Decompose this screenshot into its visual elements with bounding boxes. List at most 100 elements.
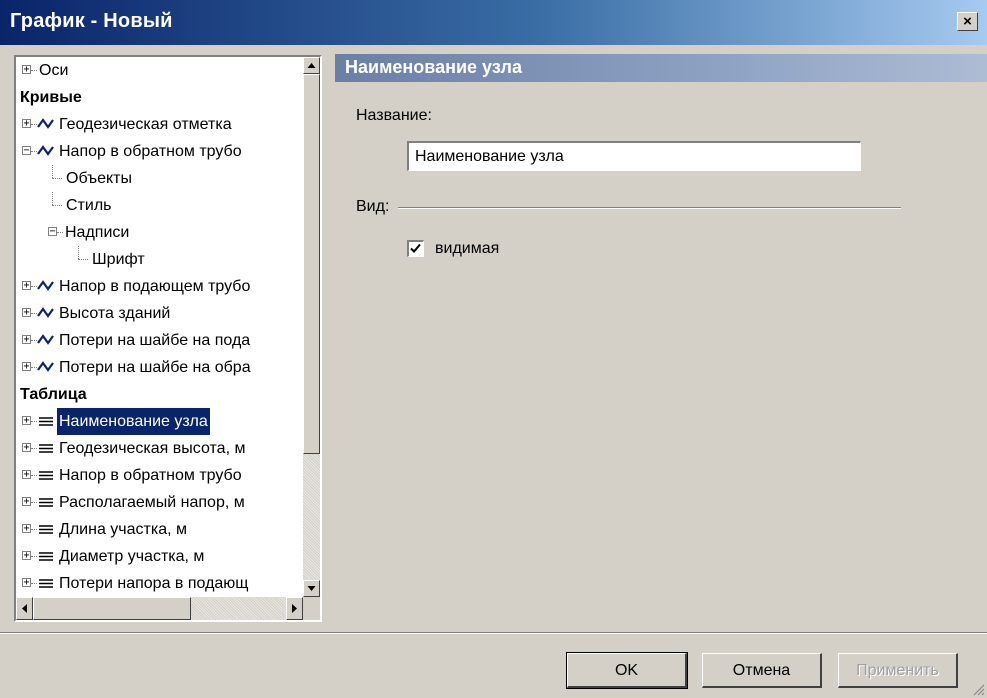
tree-heading-label: Таблица: [20, 386, 87, 403]
tree-item[interactable]: + Напор в подающем трубо: [16, 273, 303, 300]
tree-rows: + Оси Кривые + Геодезическая отметка − Напор в…: [16, 57, 303, 597]
collapse-icon[interactable]: −: [48, 227, 57, 237]
scroll-up-button[interactable]: [303, 57, 320, 74]
expand-icon[interactable]: +: [22, 524, 31, 534]
tree-connector: [78, 246, 79, 259]
tree-group-heading: Таблица: [16, 381, 303, 408]
tree-item-label[interactable]: Напор в обратном трубо: [57, 138, 244, 165]
tree-item[interactable]: + Оси: [16, 57, 303, 84]
scroll-thumb[interactable]: [303, 74, 320, 454]
tree-item-label[interactable]: Диаметр участка, м: [57, 543, 206, 570]
tree-connector: [52, 192, 53, 205]
tree-item[interactable]: Стиль: [16, 192, 303, 219]
tree-item[interactable]: + Потери на шайбе на обра: [16, 354, 303, 381]
tree-item-label[interactable]: Потери на шайбе на пода: [57, 327, 252, 354]
arrow-right-icon: [292, 604, 297, 613]
tree-item-label[interactable]: Потери напора в подающ: [57, 570, 250, 597]
ok-button[interactable]: OK: [566, 652, 688, 689]
tree-item[interactable]: Объекты: [16, 165, 303, 192]
table-lines-icon: [39, 552, 53, 561]
tree-item[interactable]: + Напор в обратном трубо: [16, 462, 303, 489]
tree-item-label[interactable]: Геодезическая отметка: [57, 111, 234, 138]
tree-item[interactable]: + Диаметр участка, м: [16, 543, 303, 570]
bottom-separator: [0, 632, 987, 634]
tree-item[interactable]: Шрифт: [16, 246, 303, 273]
visible-checkbox[interactable]: [407, 240, 424, 257]
tree-connector: [78, 259, 88, 260]
close-icon: ×: [963, 13, 972, 30]
expand-icon[interactable]: +: [22, 308, 31, 318]
expand-icon[interactable]: +: [22, 551, 31, 561]
tree-item-label[interactable]: Шрифт: [90, 246, 147, 273]
curve-icon: [37, 145, 54, 156]
expand-icon[interactable]: +: [22, 443, 31, 453]
close-button[interactable]: ×: [957, 12, 978, 31]
tree-item-label[interactable]: Напор в подающем трубо: [57, 273, 252, 300]
name-label: Название:: [356, 107, 432, 124]
expand-icon[interactable]: +: [22, 335, 31, 345]
tree-connector: [52, 165, 53, 178]
table-lines-icon: [39, 525, 53, 534]
curve-icon: [37, 334, 54, 345]
resize-grip-icon[interactable]: [971, 682, 985, 696]
cancel-button[interactable]: Отмена: [702, 653, 822, 688]
tree-item[interactable]: + Потери на шайбе на пода: [16, 327, 303, 354]
horizontal-scrollbar[interactable]: [16, 597, 303, 620]
tree-item[interactable]: + Располагаемый напор, м: [16, 489, 303, 516]
tree-item-label[interactable]: Геодезическая высота, м: [57, 435, 247, 462]
section-header: Наименование узла: [335, 54, 987, 82]
table-lines-icon: [39, 417, 53, 426]
tree-item-label[interactable]: Длина участка, м: [57, 516, 189, 543]
tree-item[interactable]: + Длина участка, м: [16, 516, 303, 543]
collapse-icon[interactable]: −: [22, 146, 31, 156]
tree-group-heading: Кривые: [16, 84, 303, 111]
dialog-window: График - Новый × + Оси Кривые + Геодезическа…: [0, 0, 987, 698]
section-title: Наименование узла: [345, 57, 522, 77]
scroll-right-button[interactable]: [286, 597, 303, 620]
title-bar[interactable]: График - Новый ×: [0, 0, 987, 45]
tree-item[interactable]: − Напор в обратном трубо: [16, 138, 303, 165]
visible-label[interactable]: видимая: [435, 240, 499, 258]
arrow-down-icon: [307, 586, 316, 591]
expand-icon[interactable]: +: [22, 497, 31, 507]
tree-item-label[interactable]: Наименование узла: [56, 407, 211, 436]
tree-item[interactable]: − Надписи: [16, 219, 303, 246]
tree-item-label[interactable]: Потери на шайбе на обра: [57, 354, 253, 381]
arrow-left-icon: [22, 604, 27, 613]
expand-icon[interactable]: +: [22, 65, 31, 75]
table-lines-icon: [39, 444, 53, 453]
table-lines-icon: [39, 498, 53, 507]
table-lines-icon: [39, 471, 53, 480]
expand-icon[interactable]: +: [22, 362, 31, 372]
tree-item[interactable]: + Геодезическая высота, м: [16, 435, 303, 462]
tree-item[interactable]: + Геодезическая отметка: [16, 111, 303, 138]
tree-item-label[interactable]: Напор в обратном трубо: [57, 462, 244, 489]
tree-item[interactable]: + Наименование узла: [16, 407, 303, 436]
expand-icon[interactable]: +: [22, 578, 31, 588]
tree-item-label[interactable]: Объекты: [64, 165, 134, 192]
scroll-down-button[interactable]: [303, 580, 320, 597]
apply-button[interactable]: Применить: [838, 653, 958, 688]
expand-icon[interactable]: +: [22, 119, 31, 129]
tree-view[interactable]: + Оси Кривые + Геодезическая отметка − Напор в…: [14, 55, 322, 622]
expand-icon[interactable]: +: [22, 470, 31, 480]
scroll-left-button[interactable]: [16, 597, 33, 620]
tree-item[interactable]: + Потери напора в подающ: [16, 570, 303, 597]
curve-icon: [37, 361, 54, 372]
tree-item-label[interactable]: Располагаемый напор, м: [57, 489, 247, 516]
expand-icon[interactable]: +: [22, 416, 31, 426]
tree-item[interactable]: + Высота зданий: [16, 300, 303, 327]
tree-item-label[interactable]: Высота зданий: [57, 300, 172, 327]
tree-item-label[interactable]: Оси: [37, 57, 70, 84]
tree-connector: [52, 178, 62, 179]
table-lines-icon: [39, 579, 53, 588]
vertical-scrollbar[interactable]: [303, 57, 320, 597]
tree-item-label[interactable]: Стиль: [64, 192, 114, 219]
expand-icon[interactable]: +: [22, 281, 31, 291]
scrollbar-corner: [303, 597, 320, 620]
name-input[interactable]: [407, 141, 861, 171]
hscroll-thumb[interactable]: [33, 597, 191, 620]
arrow-up-icon: [307, 63, 316, 68]
curve-icon: [37, 118, 54, 129]
tree-item-label[interactable]: Надписи: [63, 219, 131, 246]
